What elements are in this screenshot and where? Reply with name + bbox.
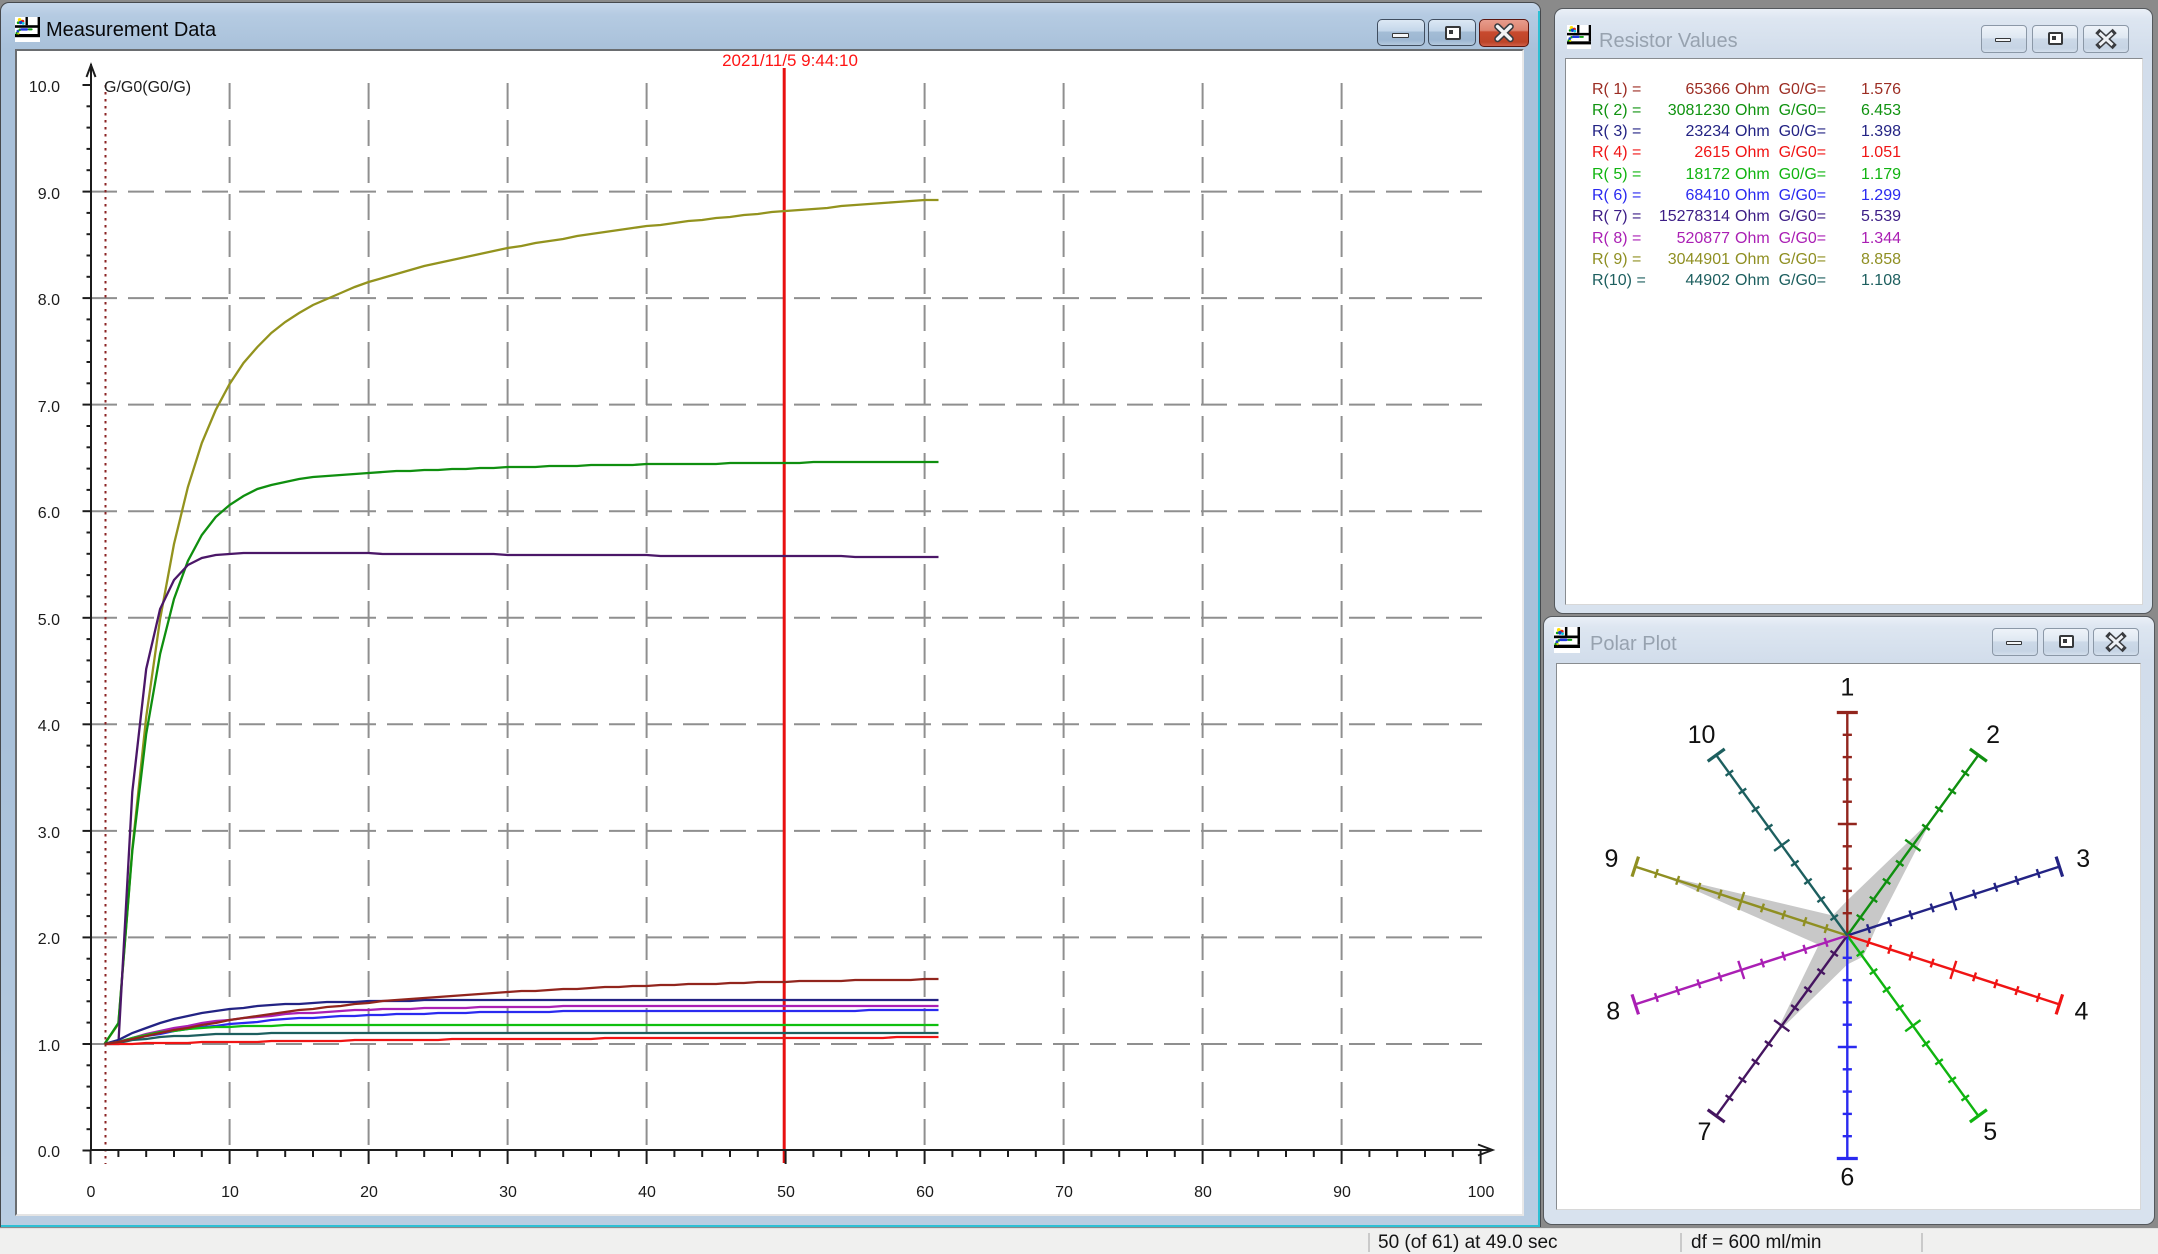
svg-text:8: 8 — [1606, 998, 1620, 1026]
svg-text:2: 2 — [1986, 721, 2000, 749]
svg-text:6: 6 — [1840, 1164, 1854, 1192]
svg-text:1: 1 — [1840, 674, 1854, 702]
svg-text:3: 3 — [2076, 845, 2090, 873]
svg-text:5: 5 — [1983, 1118, 1997, 1146]
svg-text:9: 9 — [1604, 845, 1618, 873]
svg-text:10: 10 — [1688, 721, 1716, 749]
svg-text:4: 4 — [2074, 998, 2088, 1026]
svg-text:7: 7 — [1697, 1118, 1711, 1146]
